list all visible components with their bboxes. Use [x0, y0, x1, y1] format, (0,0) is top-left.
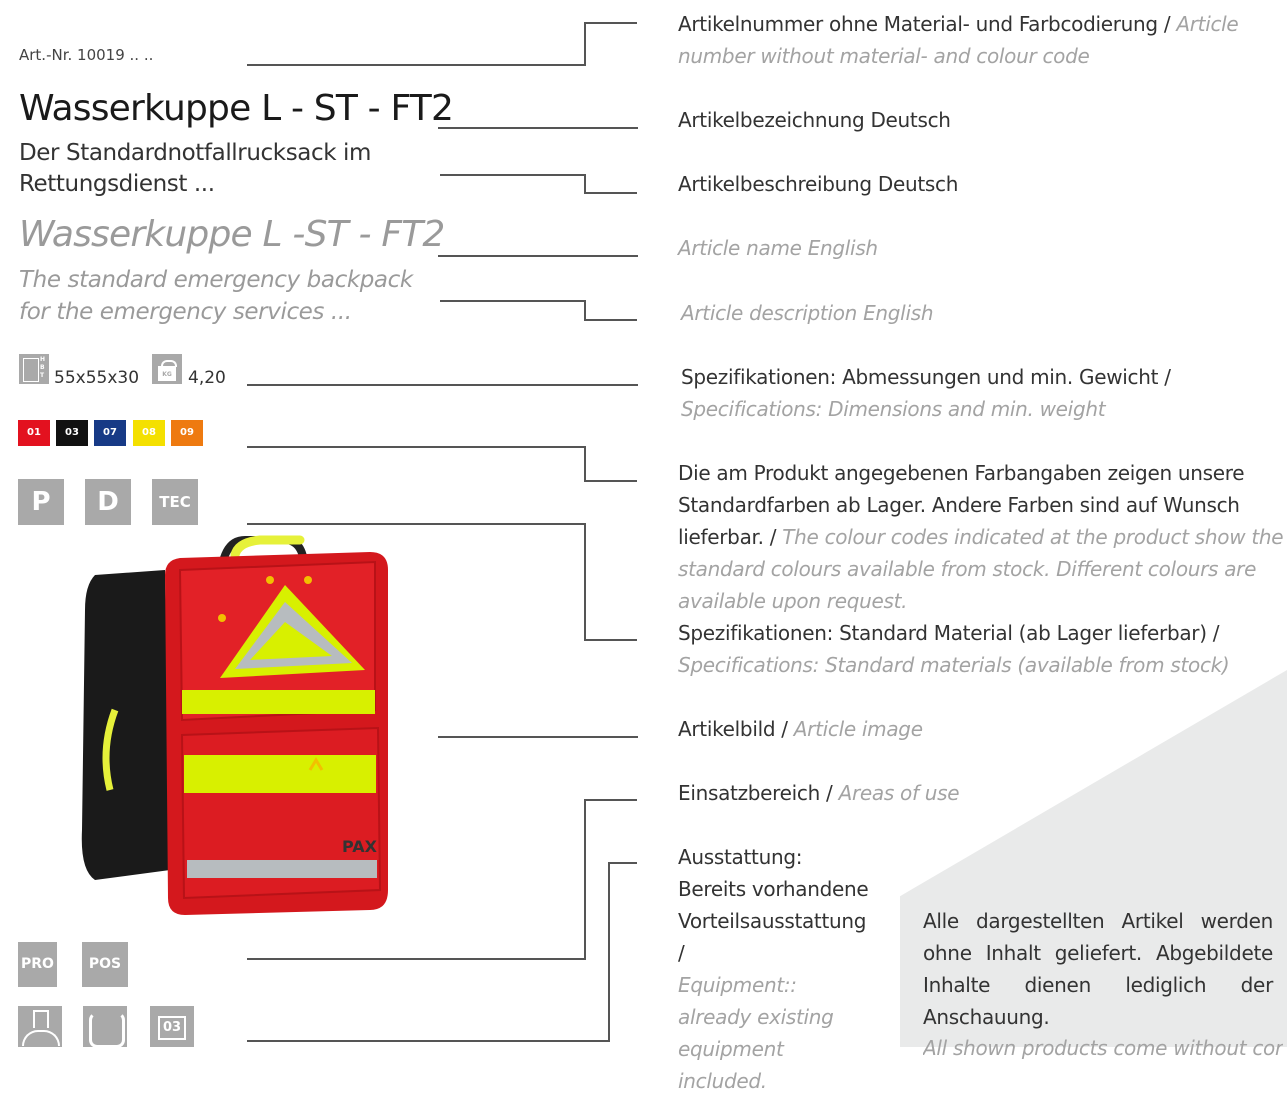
legend-article-description-de: Artikelbeschreibung Deutsch: [678, 172, 959, 196]
connector-11-a: [247, 1040, 610, 1042]
brand-logo: PAX: [342, 837, 378, 856]
legend-specifications: Spezifikationen: Abmessungen und min. Ge…: [681, 361, 1281, 425]
legend-materials-en: Specifications: Standard materials (avai…: [678, 653, 1230, 677]
weight-value: 4,20: [188, 368, 226, 388]
legend-materials-de: Spezifikationen: Standard Material (ab L…: [678, 621, 1220, 645]
connector-7-c: [584, 480, 637, 482]
legend-article-name-de: Artikelbezeichnung Deutsch: [678, 108, 951, 132]
connector-1-a: [247, 64, 585, 66]
legend-article-name-en: Article name English: [678, 236, 878, 260]
description-english-line2: for the emergency services ...: [19, 299, 352, 325]
legend-article-image-de: Artikelbild /: [678, 717, 794, 741]
legend-equipment: Ausstattung: Bereits vorhandene Vorteils…: [678, 841, 878, 1097]
title-english: Wasserkuppe L -ST - FT2: [19, 214, 445, 255]
weight-icon: KG: [152, 354, 182, 384]
connector-8-c: [584, 639, 637, 641]
connector-10-a: [247, 958, 585, 960]
legend-areas-of-use-en: Areas of use: [838, 781, 960, 805]
connector-3-b: [584, 174, 586, 194]
legend-colours: Die am Produkt angegebenen Farbangaben z…: [678, 457, 1284, 617]
connector-5-c: [584, 319, 637, 321]
legend-equipment-de-2: Bereits vorhandene: [678, 877, 869, 901]
legend-equipment-de-3: Vorteilsausstattung /: [678, 909, 867, 965]
connector-11-c: [608, 862, 637, 864]
legend-equipment-en-3: equipment included.: [678, 1037, 784, 1093]
color-swatch-07: 07: [94, 420, 126, 446]
area-pos-badge: POS: [82, 942, 128, 987]
weight-icon-label: KG: [158, 366, 176, 381]
legend-equipment-en-2: already existing: [678, 1005, 834, 1029]
article-number: Art.-Nr. 10019 .. ..: [19, 46, 154, 64]
material-tec-badge: TEC: [152, 479, 198, 525]
backpack-image: PAX: [81, 535, 388, 915]
connector-2: [438, 127, 638, 129]
legend-specifications-de: Spezifikationen: Abmessungen und min. Ge…: [681, 365, 1171, 389]
dimensions-icon: H B T: [19, 354, 49, 384]
connector-8-b: [584, 523, 586, 641]
connector-10-b: [584, 799, 586, 960]
legend-specifications-en: Specifications: Dimensions and min. weig…: [681, 397, 1106, 421]
material-d-badge: D: [85, 479, 131, 525]
connector-7-b: [584, 446, 586, 482]
color-swatch-01: 01: [18, 420, 50, 446]
color-swatch-03: 03: [56, 420, 88, 446]
connector-3-a: [440, 174, 586, 176]
connector-1-c: [584, 22, 637, 24]
connector-3-c: [584, 192, 637, 194]
connector-5-a: [440, 300, 586, 302]
title-german: Wasserkuppe L - ST - FT2: [19, 88, 454, 129]
description-english: The standard emergency backpack for the …: [19, 264, 413, 328]
connector-1-b: [584, 22, 586, 66]
material-p-badge: P: [18, 479, 64, 525]
connector-7-a: [247, 446, 585, 448]
legend-equipment-de-1: Ausstattung:: [678, 845, 803, 869]
description-english-line1: The standard emergency backpack: [19, 267, 413, 293]
connector-10-c: [584, 799, 637, 801]
description-german: Der Standardnotfallrucksack im Rettungsd…: [19, 138, 371, 200]
description-german-line2: Rettungsdienst ...: [19, 171, 215, 197]
note-contents-de: Alle dargestellten Artikel werden ohne I…: [923, 909, 1273, 1029]
dimensions-value: 55x55x30: [54, 368, 140, 388]
legend-article-number: Artikelnummer ohne Material- und Farbcod…: [678, 8, 1278, 72]
equipment-count-icon: 03: [150, 1006, 194, 1047]
equipment-helmet-icon: [18, 1006, 62, 1047]
dimensions-icon-letters: H B T: [40, 356, 46, 379]
equipment-count-badge: 03: [158, 1016, 186, 1040]
legend-areas-of-use-de: Einsatzbereich /: [678, 781, 839, 805]
connector-11-b: [608, 862, 610, 1042]
legend-equipment-en-1: Equipment::: [678, 973, 797, 997]
legend-areas-of-use: Einsatzbereich / Areas of use: [678, 777, 960, 809]
legend-article-image-en: Article image: [793, 717, 923, 741]
connector-9: [438, 736, 638, 738]
connector-5-b: [584, 300, 586, 321]
legend-article-number-de: Artikelnummer ohne Material- und Farbcod…: [678, 12, 1177, 36]
color-swatch-08: 08: [133, 420, 165, 446]
legend-materials: Spezifikationen: Standard Material (ab L…: [678, 617, 1278, 681]
note-contents-en: All shown products come without con: [923, 1036, 1283, 1060]
description-german-line1: Der Standardnotfallrucksack im: [19, 140, 372, 166]
area-pro-badge: PRO: [18, 942, 57, 987]
connector-4: [438, 255, 638, 257]
connector-6: [247, 384, 638, 386]
connector-8-a: [247, 523, 585, 525]
legend-article-image: Artikelbild / Article image: [678, 713, 923, 745]
legend-article-description-en: Article description English: [681, 301, 934, 325]
equipment-bracket-icon: [83, 1006, 127, 1048]
color-swatch-09: 09: [171, 420, 203, 446]
